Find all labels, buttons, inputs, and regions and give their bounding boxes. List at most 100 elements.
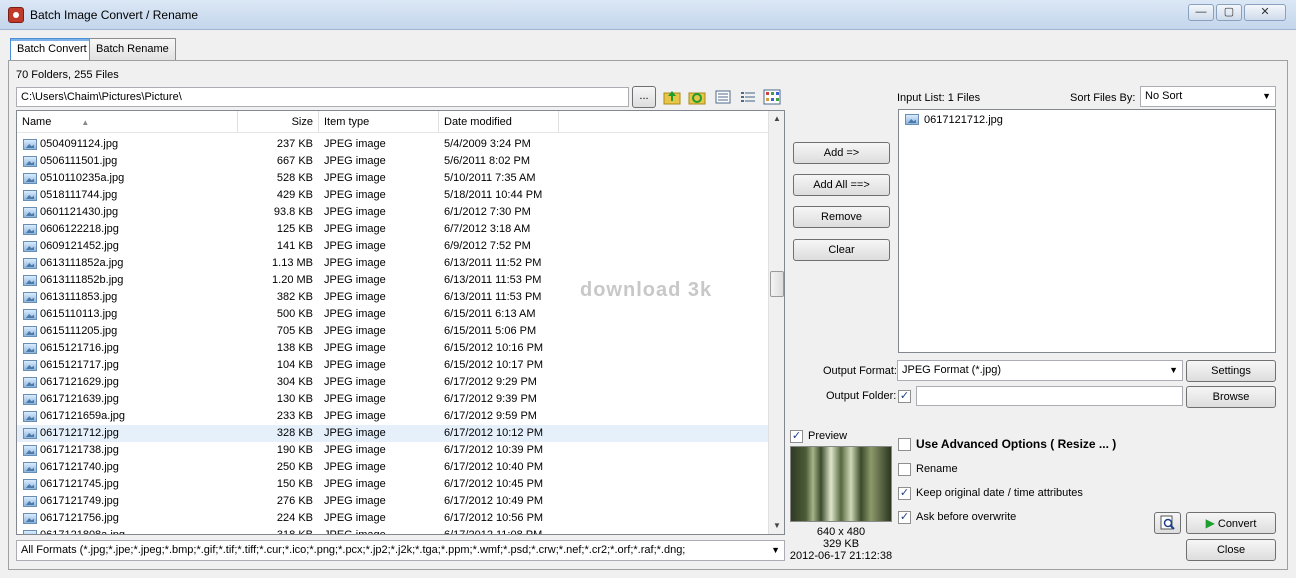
file-name: 0617121756.jpg [40,512,119,524]
table-row[interactable]: 0617121712.jpg 328 KB JPEG image 6/17/2012 … [17,425,769,442]
browse-button[interactable]: Browse [1186,386,1276,408]
table-row[interactable]: 0506111501.jpg 667 KB JPEG image 5/6/2011 8… [17,153,769,170]
preview-label: Preview [808,430,848,442]
remove-button[interactable]: Remove [793,206,890,228]
table-row[interactable]: 0613111852a.jpg 1.13 MB JPEG image 6/13/201… [17,255,769,272]
close-window-button[interactable]: ✕ [1244,4,1286,21]
file-list-scrollbar[interactable]: ▲ ▼ [768,111,784,534]
image-file-icon [23,156,37,167]
settings-button[interactable]: Settings [1186,360,1276,382]
file-date: 6/17/2012 10:49 PM [444,495,544,507]
clear-button[interactable]: Clear [793,239,890,261]
file-type: JPEG image [324,138,386,150]
file-name: 0613111853.jpg [40,291,118,303]
file-size: 500 KB [276,308,313,320]
preview-zoom-button[interactable] [1154,512,1181,534]
file-name: 0615121717.jpg [40,359,119,371]
file-type: JPEG image [324,291,386,303]
list-view-icon[interactable] [739,88,757,106]
table-row[interactable]: 0617121740.jpg 250 KB JPEG image 6/17/2012 … [17,459,769,476]
column-header-date[interactable]: Date modified [439,111,559,133]
convert-button[interactable]: ▶ Convert [1186,512,1276,534]
file-size: 667 KB [276,155,313,167]
table-row[interactable]: 0518111744.jpg 429 KB JPEG image 5/18/2011 … [17,187,769,204]
input-list[interactable]: 0617121712.jpg [898,109,1276,353]
image-file-icon [23,258,37,269]
add-button[interactable]: Add => [793,142,890,164]
file-size: 130 KB [276,393,313,405]
scroll-up-icon[interactable]: ▲ [773,114,781,123]
file-type: JPEG image [324,393,386,405]
file-type: JPEG image [324,444,386,456]
image-file-icon [23,479,37,490]
table-row[interactable]: 0615121717.jpg 104 KB JPEG image 6/15/2012 … [17,357,769,374]
table-row[interactable]: 0617121749.jpg 276 KB JPEG image 6/17/2012 … [17,493,769,510]
browse-path-button[interactable]: ... [632,86,656,108]
image-file-icon [23,445,37,456]
keep-date-checkbox[interactable]: ✓ [898,487,911,500]
scroll-thumb[interactable] [770,271,784,297]
table-row[interactable]: 0617121659a.jpg 233 KB JPEG image 6/17/2012… [17,408,769,425]
file-size: 276 KB [276,495,313,507]
advanced-options-label: Use Advanced Options ( Resize ... ) [916,437,1117,451]
folder-up-icon[interactable] [663,88,681,106]
thumbnail-view-icon[interactable] [763,88,781,106]
chevron-down-icon: ▼ [768,545,780,555]
table-row[interactable]: 0609121452.jpg 141 KB JPEG image 6/9/2012 7… [17,238,769,255]
details-view-icon[interactable] [714,88,732,106]
output-format-select[interactable]: JPEG Format (*.jpg) ▼ [897,360,1183,381]
column-header-size[interactable]: Size [238,111,319,133]
output-folder-input[interactable] [916,386,1183,406]
image-file-icon [23,394,37,405]
table-row[interactable]: 0615111205.jpg 705 KB JPEG image 6/15/2011 … [17,323,769,340]
file-type: JPEG image [324,529,386,535]
table-row[interactable]: 0510110235a.jpg 528 KB JPEG image 5/10/2011… [17,170,769,187]
scroll-down-icon[interactable]: ▼ [773,521,781,530]
file-date: 6/15/2012 10:16 PM [444,342,544,354]
image-file-icon [23,530,37,534]
path-input[interactable]: C:\Users\Chaim\Pictures\Picture\ [16,87,629,107]
table-row[interactable]: 0615121716.jpg 138 KB JPEG image 6/15/2012 … [17,340,769,357]
table-row[interactable]: 0615110113.jpg 500 KB JPEG image 6/15/2011 … [17,306,769,323]
file-size: 93.8 KB [273,206,313,218]
play-icon: ▶ [1205,516,1215,530]
tab-batch-rename[interactable]: Batch Rename [89,38,176,60]
minimize-button[interactable]: — [1188,4,1214,21]
tab-batch-convert[interactable]: Batch Convert [10,38,94,61]
file-date: 6/7/2012 3:18 AM [444,223,531,235]
file-filter-select[interactable]: All Formats (*.jpg;*.jpe;*.jpeg;*.bmp;*.… [16,540,785,561]
ask-overwrite-checkbox[interactable]: ✓ [898,511,911,524]
input-list-item[interactable]: 0617121712.jpg [899,112,1275,129]
file-date: 6/15/2011 6:13 AM [444,308,536,320]
column-header-name[interactable]: Name ▲ [17,111,238,133]
preview-checkbox[interactable]: ✓ [790,430,803,443]
rename-checkbox[interactable] [898,463,911,476]
table-row[interactable]: 0601121430.jpg 93.8 KB JPEG image 6/1/2012 … [17,204,769,221]
table-row[interactable]: 0617121629.jpg 304 KB JPEG image 6/17/2012 … [17,374,769,391]
table-row[interactable]: 0617121756.jpg 224 KB JPEG image 6/17/2012 … [17,510,769,527]
window-title: Batch Image Convert / Rename [30,8,199,22]
table-row[interactable]: 0617121808a.jpg 318 KB JPEG image 6/17/2012… [17,527,769,535]
output-folder-checkbox[interactable]: ✓ [898,390,911,403]
column-header-type[interactable]: Item type [319,111,439,133]
add-all-button[interactable]: Add All ==> [793,174,890,196]
file-size: 250 KB [276,461,313,473]
table-row[interactable]: 0617121639.jpg 130 KB JPEG image 6/17/2012 … [17,391,769,408]
maximize-button[interactable]: ▢ [1216,4,1242,21]
table-row[interactable]: 0617121745.jpg 150 KB JPEG image 6/17/2012 … [17,476,769,493]
file-date: 6/15/2011 5:06 PM [444,325,537,337]
sort-select[interactable]: No Sort ▼ [1140,86,1276,107]
table-row[interactable]: 0504091124.jpg 237 KB JPEG image 5/4/2009 3… [17,136,769,153]
file-list[interactable]: Name ▲ Size Item type Date modified 05040… [16,110,785,535]
file-type: JPEG image [324,325,386,337]
close-button[interactable]: Close [1186,539,1276,561]
file-type: JPEG image [324,461,386,473]
table-row[interactable]: 0606122218.jpg 125 KB JPEG image 6/7/2012 3… [17,221,769,238]
image-file-icon [23,224,37,235]
table-row[interactable]: 0617121738.jpg 190 KB JPEG image 6/17/2012 … [17,442,769,459]
image-file-icon [23,343,37,354]
file-date: 6/17/2012 10:12 PM [444,427,544,439]
advanced-options-checkbox[interactable] [898,438,911,451]
image-file-icon [23,428,37,439]
refresh-folder-icon[interactable] [688,88,706,106]
